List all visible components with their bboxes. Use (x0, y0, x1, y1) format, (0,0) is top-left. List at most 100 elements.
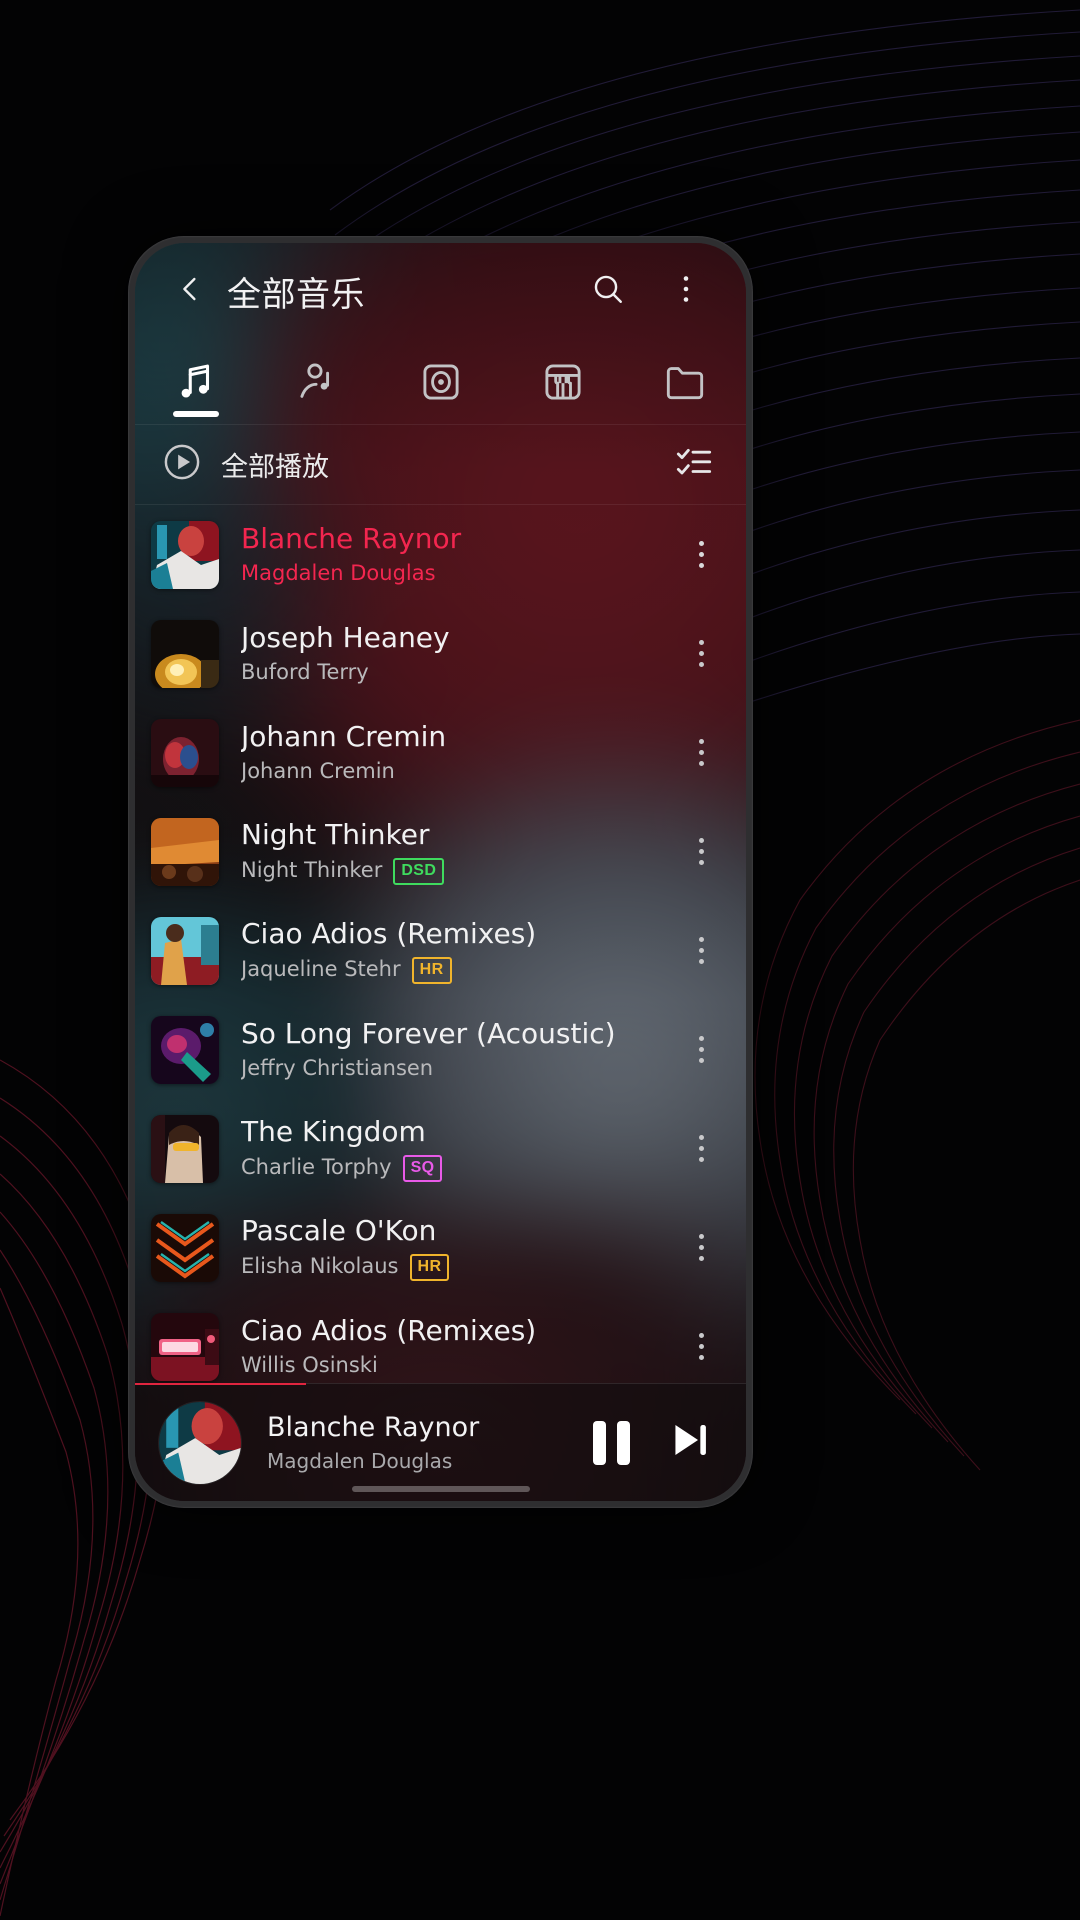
tab-active-indicator (173, 411, 220, 417)
album-art (151, 1015, 219, 1084)
playback-controls (593, 1417, 716, 1468)
song-artist-line: Charlie Torphy SQ (241, 1154, 678, 1182)
album-art (151, 619, 219, 688)
album-art (151, 817, 219, 886)
play-all-left[interactable]: 全部播放 (161, 441, 668, 488)
table-row[interactable]: Ciao Adios (Remixes) Willis Osinski (135, 1297, 746, 1383)
table-row[interactable]: Johann Cremin Johann Cremin (135, 703, 746, 802)
song-artist-line: Magdalen Douglas (241, 561, 678, 586)
song-title: Ciao Adios (Remixes) (241, 1314, 537, 1348)
song-meta: Pascale O'Kon Elisha Nikolaus HR (241, 1214, 678, 1281)
song-artist: Night Thinker (241, 858, 383, 883)
song-title: Night Thinker (241, 818, 430, 852)
quality-badge: DSD (393, 857, 445, 885)
song-artist: Magdalen Douglas (241, 561, 436, 586)
music-note-icon (173, 359, 219, 405)
play-all-row[interactable]: 全部播放 (135, 425, 746, 505)
piano-icon (540, 359, 586, 405)
tab-albums[interactable] (379, 339, 501, 424)
tab-indicator (418, 411, 464, 417)
phone-frame: 全部音乐 全部播放 Blanche Raynor Magdalen Dougla… (128, 236, 753, 1508)
phone-screen: 全部音乐 全部播放 Blanche Raynor Magdalen Dougla… (135, 243, 746, 1501)
tab-indicator (662, 411, 708, 417)
song-meta: Night Thinker Night Thinker DSD (241, 818, 678, 885)
row-menu-button[interactable] (678, 1311, 724, 1383)
tab-folders[interactable] (624, 339, 746, 424)
row-menu-button[interactable] (678, 717, 724, 789)
more-vertical-icon (673, 273, 699, 310)
now-playing-title: Blanche Raynor (267, 1412, 480, 1443)
song-meta: The Kingdom Charlie Torphy SQ (241, 1115, 678, 1182)
song-title: Blanche Raynor (241, 522, 462, 556)
chevron-left-icon (175, 274, 205, 309)
table-row[interactable]: Blanche Raynor Magdalen Douglas (135, 505, 746, 604)
song-artist-line: Johann Cremin (241, 759, 678, 784)
now-playing-meta: Blanche Raynor Magdalen Douglas (267, 1412, 593, 1473)
app-bar: 全部音乐 (135, 243, 746, 339)
row-menu-button[interactable] (678, 1212, 724, 1284)
pause-button[interactable] (593, 1420, 630, 1465)
table-row[interactable]: Ciao Adios (Remixes) Jaqueline Stehr HR (135, 901, 746, 1000)
song-artist-line: Buford Terry (241, 660, 678, 685)
now-playing-artist: Magdalen Douglas (267, 1449, 453, 1473)
playback-progress-bar[interactable] (135, 1383, 307, 1385)
next-track-button[interactable] (664, 1417, 716, 1468)
multiselect-button[interactable] (668, 439, 720, 491)
song-artist-line: Jeffry Christiansen (241, 1056, 678, 1081)
overflow-menu-button[interactable] (660, 265, 712, 317)
play-all-label: 全部播放 (221, 452, 329, 483)
quality-badge: SQ (402, 1154, 443, 1182)
table-row[interactable]: The Kingdom Charlie Torphy SQ (135, 1099, 746, 1198)
table-row[interactable]: Night Thinker Night Thinker DSD (135, 802, 746, 901)
song-artist-line: Elisha Nikolaus HR (241, 1253, 678, 1281)
row-menu-button[interactable] (678, 1113, 724, 1185)
table-row[interactable]: Joseph Heaney Buford Terry (135, 604, 746, 703)
table-row[interactable]: Pascale O'Kon Elisha Nikolaus HR (135, 1198, 746, 1297)
tab-artists[interactable] (257, 339, 379, 424)
song-artist: Buford Terry (241, 660, 369, 685)
tab-indicator (295, 411, 341, 417)
row-menu-button[interactable] (678, 915, 724, 987)
table-row[interactable]: So Long Forever (Acoustic) Jeffry Christ… (135, 1000, 746, 1099)
row-menu-button[interactable] (678, 816, 724, 888)
tab-genres[interactable] (502, 339, 624, 424)
song-artist: Jaqueline Stehr (241, 957, 401, 982)
album-disc-icon (418, 359, 464, 405)
mini-player[interactable]: Blanche Raynor Magdalen Douglas (135, 1383, 746, 1501)
tab-bar (135, 339, 746, 425)
tab-indicator (540, 411, 586, 417)
song-artist-line: Jaqueline Stehr HR (241, 956, 678, 984)
quality-badge: HR (409, 1253, 450, 1281)
song-artist: Charlie Torphy (241, 1155, 392, 1180)
artist-icon (295, 359, 341, 405)
album-art (151, 1213, 219, 1282)
search-icon (591, 272, 625, 311)
checklist-icon (674, 442, 714, 487)
row-menu-button[interactable] (678, 618, 724, 690)
folder-icon (662, 359, 708, 405)
song-meta: Ciao Adios (Remixes) Jaqueline Stehr HR (241, 917, 678, 984)
song-title: Joseph Heaney (241, 621, 450, 655)
app-bar-actions (582, 265, 712, 317)
album-art (151, 1312, 219, 1381)
song-meta: Ciao Adios (Remixes) Willis Osinski (241, 1314, 678, 1378)
row-menu-button[interactable] (678, 519, 724, 591)
song-meta: Johann Cremin Johann Cremin (241, 720, 678, 784)
now-playing-avatar[interactable] (159, 1401, 241, 1484)
song-meta: Joseph Heaney Buford Terry (241, 621, 678, 685)
row-menu-button[interactable] (678, 1014, 724, 1086)
song-artist-line: Night Thinker DSD (241, 857, 678, 885)
play-circle-icon (161, 441, 203, 488)
song-meta: So Long Forever (Acoustic) Jeffry Christ… (241, 1017, 678, 1081)
tab-songs[interactable] (135, 339, 257, 424)
song-list[interactable]: Blanche Raynor Magdalen Douglas Joseph H… (135, 505, 746, 1383)
song-title: Pascale O'Kon (241, 1214, 437, 1248)
album-art (151, 520, 219, 589)
song-artist: Johann Cremin (241, 759, 395, 784)
song-title: The Kingdom (241, 1115, 426, 1149)
song-title: Johann Cremin (241, 720, 447, 754)
search-button[interactable] (582, 265, 634, 317)
back-button[interactable] (163, 264, 217, 318)
album-art (151, 1114, 219, 1183)
album-art (151, 916, 219, 985)
